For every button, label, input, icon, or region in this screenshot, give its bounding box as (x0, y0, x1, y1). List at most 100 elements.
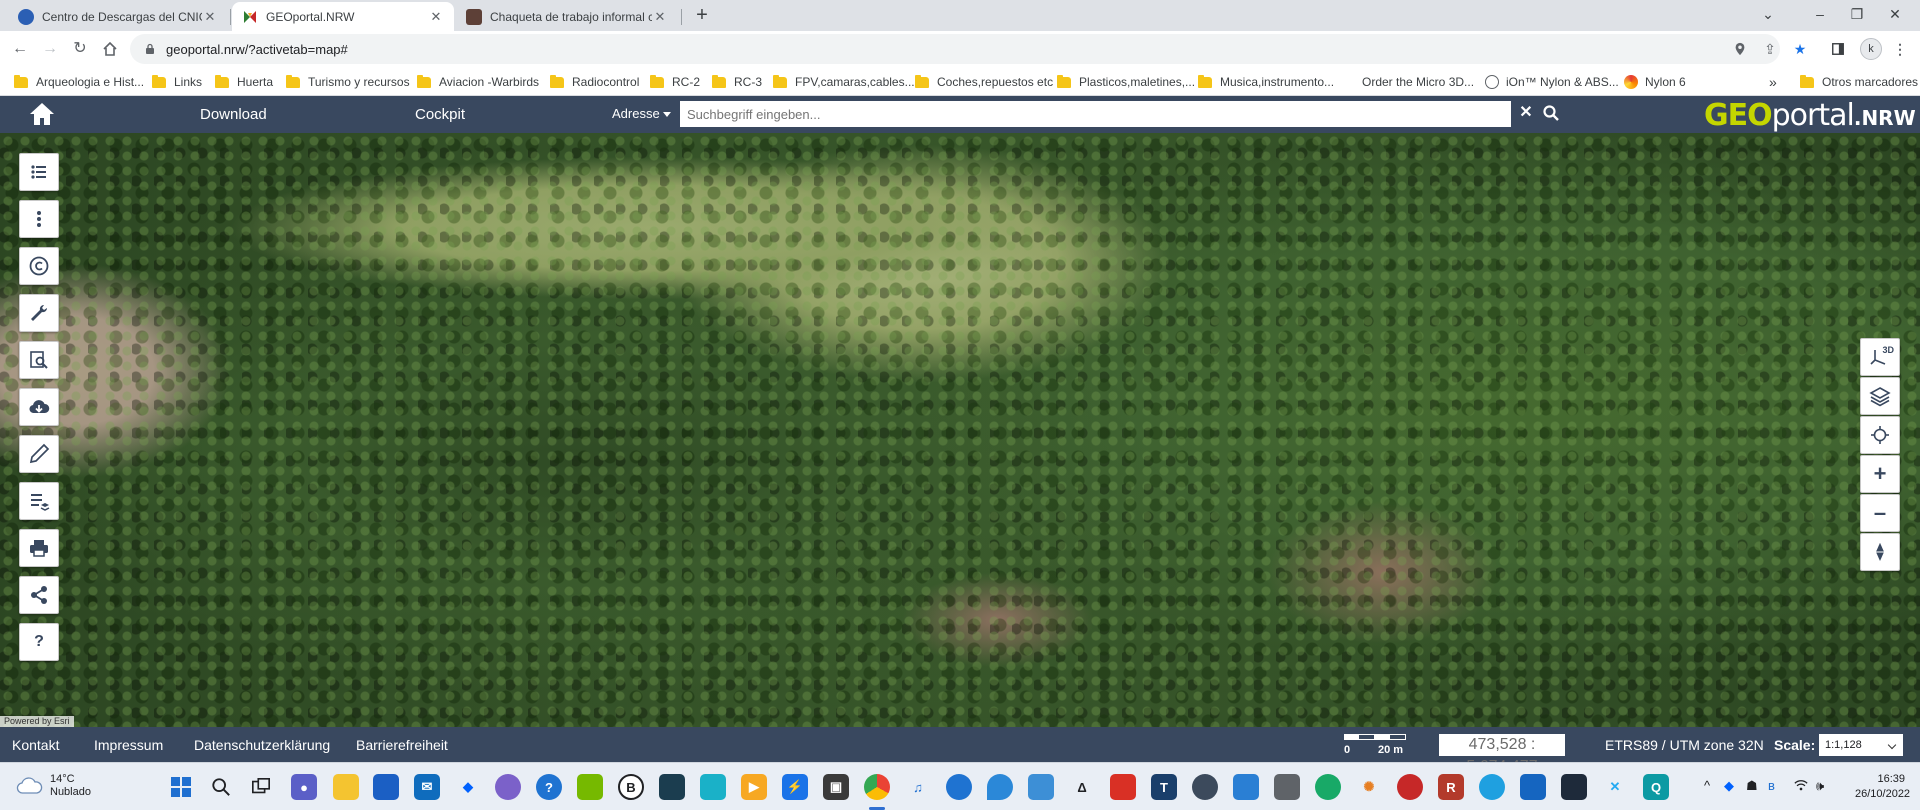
footer-link-datenschutz[interactable]: Datenschutzerklärung (194, 737, 330, 753)
footer-link-impressum[interactable]: Impressum (94, 737, 163, 753)
profile-avatar[interactable]: k (1860, 38, 1882, 60)
vscode-icon[interactable]: ✕ (1602, 774, 1628, 800)
tab-chaqueta[interactable]: Chaqueta de trabajo informal cá ✕ (456, 2, 678, 31)
address-bar[interactable]: geoportal.nrw/?activetab=map# (130, 34, 1780, 64)
tray-chevron-icon[interactable]: ^ (1704, 778, 1710, 793)
edge-icon[interactable] (1479, 774, 1505, 800)
map-canvas[interactable]: ? 3D + – Powered by Esri (0, 133, 1920, 727)
task-view-icon[interactable] (248, 774, 274, 800)
bookmark-item[interactable]: Aviacion -Warbirds (417, 72, 539, 92)
close-tab-icon[interactable]: ✕ (652, 9, 668, 25)
photos-icon[interactable] (1233, 774, 1259, 800)
mail-icon[interactable]: ✉ (414, 774, 440, 800)
help-app-icon[interactable]: ? (536, 774, 562, 800)
app-drop-icon[interactable] (987, 774, 1013, 800)
app-bug-icon[interactable]: ✺ (1356, 774, 1382, 800)
app-tray-icon[interactable]: ☗ (1746, 778, 1758, 794)
tools-button[interactable] (19, 294, 59, 332)
bookmark-item[interactable]: Links (152, 72, 202, 92)
bookmark-item[interactable]: Order the Micro 3D... (1362, 72, 1474, 92)
file-explorer-icon[interactable] (333, 774, 359, 800)
help-button[interactable]: ? (19, 623, 59, 661)
3d-view-button[interactable]: 3D (1860, 338, 1900, 376)
app-dark-icon[interactable]: ▣ (823, 774, 849, 800)
app-gear-icon[interactable] (1192, 774, 1218, 800)
search-input[interactable] (680, 101, 1511, 127)
print-button[interactable] (19, 529, 59, 567)
app-green-icon[interactable] (1315, 774, 1341, 800)
browser-menu-icon[interactable]: ⋮ (1888, 37, 1912, 61)
bookmark-item[interactable]: RC-2 (650, 72, 700, 92)
close-window-button[interactable]: ✕ (1872, 0, 1918, 30)
dropbox-tray-icon[interactable]: ◆ (1724, 778, 1734, 794)
app-b-icon[interactable]: B (618, 774, 644, 800)
zoom-out-button[interactable]: – (1860, 494, 1900, 532)
tab-cnig[interactable]: Centro de Descargas del CNIG (I ✕ (8, 2, 228, 31)
crs-label[interactable]: ETRS89 / UTM zone 32N (1605, 737, 1764, 753)
bookmark-item[interactable]: Turismo y recursos (286, 72, 410, 92)
weather-widget[interactable]: 14°C Nublado (16, 773, 91, 799)
other-bookmarks[interactable]: Otros marcadores (1800, 72, 1918, 92)
north-arrow-button[interactable] (1860, 533, 1900, 571)
bookmark-item[interactable]: Radiocontrol (550, 72, 639, 92)
system-clock[interactable]: 16:39 26/10/2022 (1855, 772, 1910, 802)
app-blue-arrow-icon[interactable]: ⚡ (782, 774, 808, 800)
wifi-icon[interactable] (1794, 778, 1808, 795)
footer-link-barrierefreiheit[interactable]: Barrierefreiheit (356, 737, 448, 753)
close-tab-icon[interactable]: ✕ (428, 9, 444, 25)
app-r-icon[interactable]: R (1438, 774, 1464, 800)
app-red-circle-icon[interactable] (1397, 774, 1423, 800)
media-player-icon[interactable]: ▶ (741, 774, 767, 800)
search-metadata-button[interactable] (19, 341, 59, 379)
bookmark-item[interactable]: Musica,instrumento... (1198, 72, 1334, 92)
chrome-icon[interactable] (864, 774, 890, 800)
app-wave-icon[interactable] (1274, 774, 1300, 800)
nvidia-icon[interactable] (577, 774, 603, 800)
music-icon[interactable]: ♫ (905, 774, 931, 800)
new-tab-button[interactable]: + (690, 4, 714, 28)
locate-button[interactable] (1860, 416, 1900, 454)
nav-download[interactable]: Download (200, 106, 267, 123)
bookmarks-overflow-button[interactable]: » (1769, 72, 1777, 92)
add-layer-button[interactable] (19, 482, 59, 520)
back-arrow-icon[interactable]: ← (8, 37, 32, 61)
bookmark-item[interactable]: RC-3 (712, 72, 762, 92)
geoportal-logo[interactable]: GEOportal.NRW (1704, 98, 1916, 133)
bookmark-item[interactable]: FPV,camaras,cables... (773, 72, 915, 92)
search-mode-dropdown[interactable]: Adresse (612, 106, 671, 121)
search-icon[interactable] (1542, 104, 1560, 122)
home-icon[interactable] (28, 101, 56, 127)
bookmark-item[interactable]: Nylon 6 (1624, 72, 1686, 92)
taskbar-search-icon[interactable] (208, 774, 234, 800)
app-teal-icon[interactable] (659, 774, 685, 800)
copyright-button[interactable] (19, 247, 59, 285)
nav-cockpit[interactable]: Cockpit (415, 106, 465, 123)
bookmark-star-icon[interactable]: ★ (1788, 37, 1812, 61)
footer-link-kontakt[interactable]: Kontakt (12, 737, 59, 753)
store-icon[interactable] (373, 774, 399, 800)
home-browser-icon[interactable] (98, 37, 122, 61)
share-button[interactable] (19, 576, 59, 614)
bookmark-item[interactable]: Arqueologia e Hist... (14, 72, 144, 92)
app-purple-icon[interactable] (495, 774, 521, 800)
teams-chat-icon[interactable]: ● (291, 774, 317, 800)
clear-search-icon[interactable]: ✕ (1518, 103, 1534, 123)
windows-start-icon[interactable] (168, 774, 194, 800)
more-options-button[interactable] (19, 200, 59, 238)
layer-list-button[interactable] (19, 153, 59, 191)
bookmark-item[interactable]: Plasticos,maletines,... (1057, 72, 1195, 92)
dropbox-icon[interactable]: ◆ (455, 774, 481, 800)
app-delta-icon[interactable]: Δ (1069, 774, 1095, 800)
app-cube-icon[interactable] (700, 774, 726, 800)
app-eye-icon[interactable] (946, 774, 972, 800)
zoom-in-button[interactable]: + (1860, 455, 1900, 493)
reload-icon[interactable]: ↻ (68, 37, 92, 61)
bookmark-item[interactable]: Coches,repuestos etc (915, 72, 1053, 92)
location-pin-icon[interactable] (1728, 37, 1752, 61)
scale-select[interactable]: 1:1,128 (1819, 734, 1903, 756)
share-page-icon[interactable]: ⇪ (1758, 37, 1782, 61)
app-q-icon[interactable]: Q (1643, 774, 1669, 800)
app-hex-icon[interactable] (1520, 774, 1546, 800)
draw-button[interactable] (19, 435, 59, 473)
pdf-icon[interactable] (1110, 774, 1136, 800)
